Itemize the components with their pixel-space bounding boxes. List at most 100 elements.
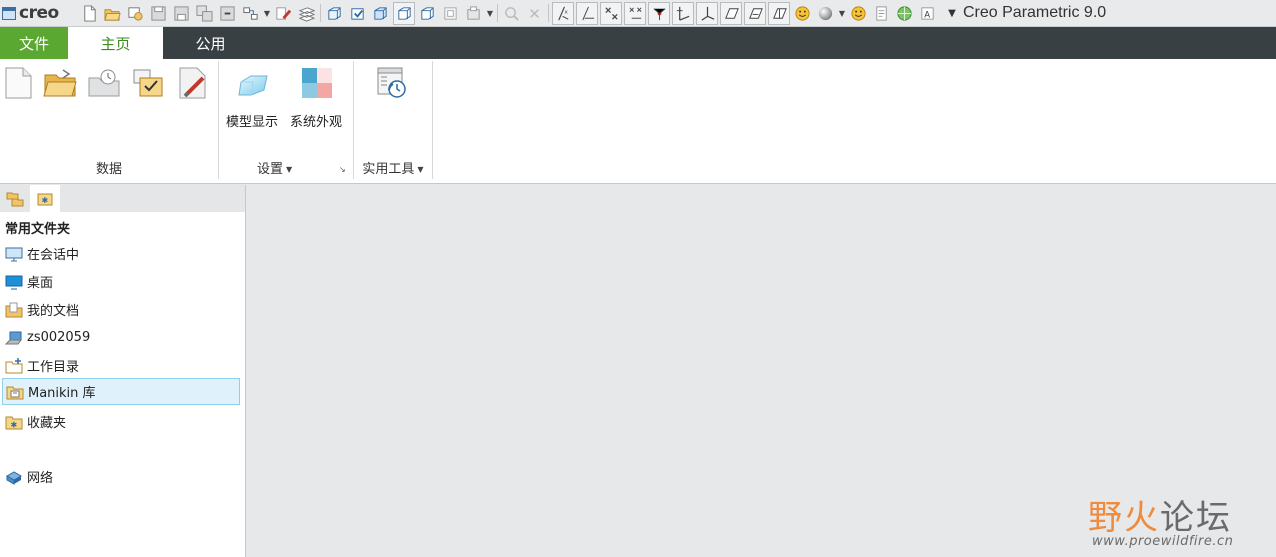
erase-not-displayed-button[interactable]: [130, 65, 166, 101]
plane-display-icon[interactable]: [744, 1, 766, 25]
system-appearance-icon: [302, 68, 332, 98]
data-group-label: 数据: [95, 162, 122, 177]
save-as-icon[interactable]: [170, 2, 193, 25]
view-dropdown[interactable]: ▼: [485, 2, 495, 25]
datum-axis-icon[interactable]: [576, 1, 598, 25]
save-copy-icon[interactable]: [193, 2, 216, 25]
close-window-icon[interactable]: [523, 2, 546, 25]
ribbon-tab-bar: 文件 主页 公用: [0, 27, 1276, 59]
open-file-button[interactable]: [42, 65, 78, 101]
new-file-button[interactable]: [0, 65, 36, 101]
erase-icon: [179, 67, 206, 99]
model-display-button[interactable]: [236, 67, 272, 103]
select-working-directory-button[interactable]: [86, 65, 122, 101]
nav-item-working-directory[interactable]: 工作目录: [2, 352, 240, 379]
no-hidden-icon[interactable]: [323, 2, 346, 25]
system-appearance-label[interactable]: 系统外观: [290, 111, 342, 130]
datum-point-icon[interactable]: [600, 1, 622, 25]
view-manager-icon[interactable]: [462, 2, 485, 25]
nav-item-my-documents[interactable]: 我的文档: [2, 296, 240, 323]
utilities-group-label[interactable]: 实用工具 ▼: [354, 158, 432, 177]
documents-folder-icon: [5, 302, 23, 317]
model-tree-icon[interactable]: [720, 1, 742, 25]
shaded-edges-icon[interactable]: [393, 1, 415, 25]
smiley-icon[interactable]: [847, 2, 870, 25]
svg-text:✱: ✱: [42, 196, 49, 205]
nav-item-desktop[interactable]: 桌面: [2, 268, 240, 295]
favorites-tab-icon: ✱: [37, 193, 53, 205]
nav-item-label: 我的文档: [27, 304, 80, 319]
nav-item-network[interactable]: 网络: [2, 463, 240, 490]
session-monitor-icon: [5, 247, 23, 261]
plane-tag-icon[interactable]: [768, 1, 790, 25]
watermark-accent-text: 野火: [1088, 498, 1160, 538]
utilities-group: 实用工具 ▼: [354, 59, 432, 181]
appearance-dropdown[interactable]: ▼: [837, 2, 847, 25]
app-title: Creo Parametric 9.0: [963, 4, 1107, 21]
tab-home[interactable]: 主页: [68, 27, 163, 59]
qat-dropdown[interactable]: ▼: [262, 2, 272, 25]
notes-icon[interactable]: [870, 2, 893, 25]
hidden-line-icon[interactable]: [416, 2, 439, 25]
data-group: 数据: [0, 59, 218, 181]
separator: [548, 4, 549, 22]
zoom-icon[interactable]: [500, 2, 523, 25]
brand-text: creo: [19, 3, 59, 23]
layer-icon[interactable]: [295, 2, 318, 25]
session-check-icon: [133, 69, 163, 97]
annotation-icon[interactable]: [672, 1, 694, 25]
open-icon[interactable]: [101, 2, 124, 25]
erase-current-button[interactable]: [174, 65, 210, 101]
common-folders-heading: 常用文件夹: [5, 222, 71, 237]
save-icon[interactable]: [147, 2, 170, 25]
text-style-icon[interactable]: A: [916, 2, 939, 25]
nav-item-label: Manikin 库: [28, 386, 96, 401]
settings-group: 模型显示 系统外观 设置 ▼: [219, 59, 353, 181]
dialog-launcher-icon[interactable]: ↘: [339, 165, 349, 175]
nav-item-favorites[interactable]: ✱ 收藏夹: [2, 408, 240, 435]
chevron-down-icon: ▼: [286, 165, 293, 174]
title-bar: creo ▼ ▼ x ▼ A ▼ Creo Parametric 9.0: [0, 0, 1276, 27]
quick-access-toolbar: ▼ ▼ x ▼ A: [78, 0, 939, 27]
watermark-title: 野火论坛: [1088, 490, 1232, 539]
tab-common[interactable]: 公用: [163, 27, 258, 59]
datum-csys-icon[interactable]: [624, 1, 646, 25]
nav-item-manikin-library[interactable]: Manikin 库: [2, 378, 240, 405]
regenerate-icon[interactable]: [239, 2, 262, 25]
tab-file[interactable]: 文件: [0, 27, 68, 59]
ribbon: 数据 模型显示 系统外观 设置 ▼ ↘ 实用工具 ▼: [0, 59, 1276, 184]
nav-item-label: 桌面: [27, 276, 54, 291]
utilities-clock-icon: [377, 67, 406, 98]
tab-favorites[interactable]: ✱: [30, 185, 60, 212]
title-dropdown[interactable]: ▼: [943, 8, 961, 19]
model-display-icon: [238, 75, 268, 96]
separator: [320, 4, 321, 22]
globe-icon[interactable]: [893, 2, 916, 25]
model-display-label[interactable]: 模型显示: [226, 111, 278, 130]
shaded-icon[interactable]: [346, 2, 369, 25]
spin-center-icon[interactable]: [696, 1, 718, 25]
favorites-icon: ✱: [5, 416, 23, 429]
appearance-smile-icon[interactable]: [791, 2, 814, 25]
watermark-url: www.proewildfire.cn: [1092, 534, 1234, 549]
sphere-icon[interactable]: [814, 2, 837, 25]
tab-folder-browser[interactable]: [0, 185, 30, 212]
utilities-button[interactable]: [374, 65, 410, 101]
datum-plane-icon[interactable]: x: [552, 1, 574, 25]
svg-text:x: x: [564, 9, 568, 15]
wireframe-icon[interactable]: [369, 2, 392, 25]
app-logo[interactable]: creo: [0, 0, 78, 27]
new-file-icon: [5, 67, 32, 99]
separator: [497, 4, 498, 22]
nav-item-computer[interactable]: zs002059: [2, 324, 240, 351]
open-from-session-icon[interactable]: [124, 2, 147, 25]
paint-icon[interactable]: [272, 2, 295, 25]
new-icon[interactable]: [78, 2, 101, 25]
nav-item-in-session[interactable]: 在会话中: [2, 240, 240, 267]
backup-icon[interactable]: [216, 2, 239, 25]
sketch-icon[interactable]: [648, 1, 670, 25]
system-appearance-button[interactable]: [299, 65, 335, 101]
utilities-group-text: 实用工具: [362, 162, 415, 177]
svg-text:✱: ✱: [11, 420, 18, 429]
zoom-fit-icon[interactable]: [439, 2, 462, 25]
